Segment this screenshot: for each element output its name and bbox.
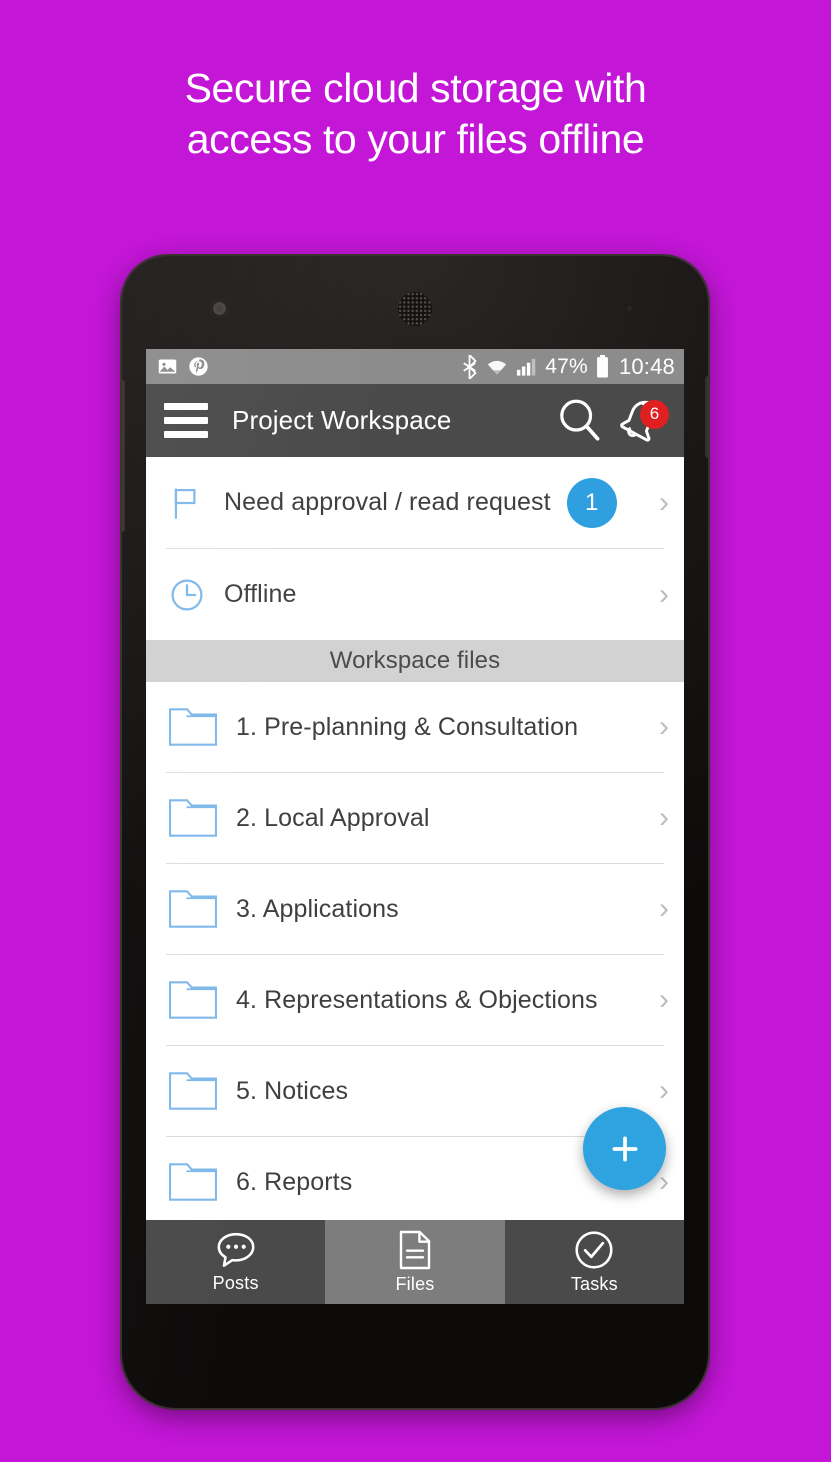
chevron-right-icon: › — [659, 485, 669, 519]
app-bar: Project Workspace 6 — [146, 384, 684, 457]
front-camera-icon — [210, 299, 229, 318]
hamburger-icon[interactable] — [164, 403, 208, 438]
folder-icon — [166, 888, 220, 930]
search-button[interactable] — [552, 393, 608, 449]
add-button[interactable] — [583, 1107, 666, 1190]
list-item-folder[interactable]: 1. Pre-planning & Consultation › — [146, 682, 684, 772]
folder-icon — [166, 1070, 220, 1112]
list-item-folder[interactable]: 2. Local Approval › — [146, 773, 684, 863]
bluetooth-icon — [461, 354, 478, 379]
proximity-sensor-icon — [627, 306, 632, 311]
search-icon — [554, 395, 606, 447]
folder-label: 3. Applications — [236, 894, 399, 923]
chevron-right-icon: › — [659, 1074, 669, 1107]
chevron-right-icon: › — [659, 577, 669, 611]
folder-label: 1. Pre-planning & Consultation — [236, 712, 579, 741]
image-icon — [157, 356, 178, 377]
battery-icon — [596, 355, 609, 378]
tab-posts[interactable]: Posts — [146, 1220, 325, 1304]
folder-label: 4. Representations & Objections — [236, 985, 598, 1014]
promo-headline: Secure cloud storage with access to your… — [0, 63, 831, 165]
status-bar-clock: 10:48 — [618, 353, 675, 379]
folder-icon — [166, 706, 220, 748]
bottom-tab-bar: Posts Files Tasks — [146, 1220, 684, 1304]
volume-rocker-button[interactable] — [122, 380, 125, 532]
promo-headline-line1: Secure cloud storage with — [184, 65, 647, 111]
folder-icon — [166, 979, 220, 1021]
tab-label: Posts — [212, 1272, 259, 1293]
list-item-offline[interactable]: Offline › — [146, 549, 684, 640]
signal-icon — [516, 357, 537, 377]
folder-icon — [166, 797, 220, 839]
list-item-folder[interactable]: 4. Representations & Objections › — [146, 955, 684, 1045]
flag-icon — [166, 487, 208, 519]
notifications-badge: 6 — [640, 399, 669, 429]
earpiece-speaker-icon — [398, 292, 432, 326]
folder-icon — [166, 1161, 220, 1203]
app-bar-actions: 6 — [552, 393, 670, 449]
status-bar: 47% 10:48 — [146, 349, 684, 384]
promo-screenshot: Secure cloud storage with access to your… — [0, 0, 831, 1462]
tab-files[interactable]: Files — [325, 1220, 505, 1304]
folder-label: 6. Reports — [236, 1167, 353, 1196]
list-item-label: Offline — [224, 580, 297, 608]
list-item-need-approval[interactable]: Need approval / read request 1 › — [146, 457, 684, 548]
pinterest-icon — [188, 356, 209, 377]
wifi-icon — [486, 357, 508, 377]
tab-label: Tasks — [570, 1273, 618, 1294]
chevron-right-icon: › — [659, 983, 669, 1016]
folder-label: 2. Local Approval — [236, 803, 430, 832]
chevron-right-icon: › — [659, 801, 669, 834]
chat-bubble-icon — [215, 1231, 257, 1269]
list-item-label: Need approval / read request — [224, 488, 551, 516]
chevron-right-icon: › — [659, 710, 669, 743]
list-item-folder[interactable]: 3. Applications › — [146, 864, 684, 954]
section-header-workspace-files: Workspace files — [146, 640, 684, 682]
promo-headline-line2: access to your files offline — [186, 116, 645, 162]
phone-screen: 47% 10:48 Project Workspace 6 Need appro… — [146, 349, 684, 1304]
check-circle-icon — [574, 1230, 614, 1270]
status-badge: 1 — [566, 477, 617, 528]
notifications-button[interactable]: 6 — [614, 393, 670, 449]
chevron-right-icon: › — [659, 892, 669, 925]
tab-tasks[interactable]: Tasks — [505, 1220, 684, 1304]
status-bar-right-icons: 47% 10:48 — [461, 354, 675, 380]
document-icon — [397, 1230, 433, 1270]
plus-icon — [608, 1132, 642, 1166]
phone-device: 47% 10:48 Project Workspace 6 Need appro… — [122, 256, 708, 1408]
hamburger-bar — [164, 431, 208, 438]
status-bar-left-icons — [157, 356, 209, 377]
clock-icon — [166, 578, 208, 612]
hamburger-bar — [164, 417, 208, 424]
power-button[interactable] — [705, 376, 708, 458]
tab-label: Files — [395, 1273, 435, 1294]
hamburger-bar — [164, 403, 208, 410]
page-title: Project Workspace — [232, 405, 452, 435]
battery-percent-label: 47% — [545, 354, 588, 378]
folder-label: 5. Notices — [236, 1076, 349, 1105]
